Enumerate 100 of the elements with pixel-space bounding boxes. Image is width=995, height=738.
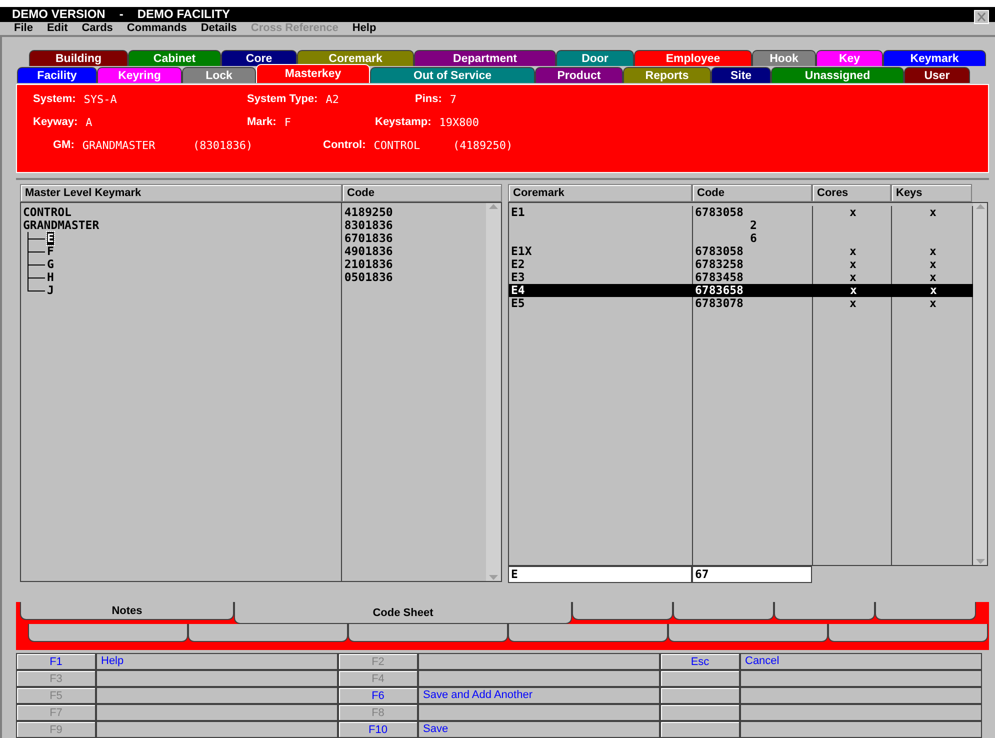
- window-title: DEMO VERSION: [12, 7, 106, 22]
- check-mark-text: x: [930, 244, 936, 258]
- section-tab[interactable]: [774, 602, 875, 620]
- column-header[interactable]: Master Level Keymark: [20, 184, 342, 202]
- column-header[interactable]: Cores: [812, 184, 891, 202]
- tree-item[interactable]: G: [47, 258, 54, 271]
- category-tab[interactable]: Facility: [17, 67, 97, 83]
- category-tab[interactable]: Reports: [623, 67, 711, 83]
- category-tab[interactable]: Employee: [634, 50, 752, 66]
- code-text: 2: [750, 218, 757, 232]
- function-key-button[interactable]: [660, 687, 740, 704]
- field-label: Control:: [323, 138, 366, 152]
- column-header[interactable]: Keys: [891, 184, 972, 202]
- close-icon[interactable]: [974, 10, 989, 24]
- category-tab[interactable]: Out of Service: [370, 67, 535, 83]
- category-tab[interactable]: Coremark: [297, 50, 414, 66]
- tree-item[interactable]: J: [47, 284, 54, 297]
- function-key-button[interactable]: [660, 670, 740, 687]
- field-label: Mark:: [247, 116, 276, 128]
- category-tab[interactable]: Product: [535, 67, 623, 83]
- menu-item[interactable]: Details: [200, 22, 237, 34]
- section-tab[interactable]: [828, 624, 988, 642]
- code-text: 6783658: [695, 283, 744, 297]
- code-text: 8301836: [344, 218, 393, 232]
- category-tab[interactable]: Site: [711, 67, 771, 83]
- function-key-button[interactable]: F1: [16, 653, 96, 670]
- column-header[interactable]: Coremark: [508, 184, 692, 202]
- field-code: (8301836): [193, 138, 253, 152]
- category-tab[interactable]: Keymark: [883, 50, 986, 66]
- function-key-button[interactable]: [660, 704, 740, 721]
- field-value: GRANDMASTER: [82, 138, 156, 152]
- check-mark-text: x: [850, 257, 856, 271]
- check-mark-text: x: [930, 296, 936, 310]
- function-key-action: Help: [96, 653, 338, 670]
- category-tab[interactable]: Core: [221, 50, 297, 66]
- function-key-button[interactable]: F6: [338, 687, 418, 704]
- category-tab[interactable]: Department: [414, 50, 556, 66]
- coremark-text: E1: [511, 205, 525, 219]
- field-label: Keyway:: [33, 116, 78, 128]
- section-tab[interactable]: Notes: [20, 602, 234, 620]
- check-mark-text: x: [850, 296, 856, 310]
- field-value: A: [86, 116, 92, 128]
- category-tab[interactable]: Building: [29, 50, 128, 66]
- code-text: 6701836: [344, 231, 393, 245]
- section-tab[interactable]: Code Sheet: [234, 602, 572, 624]
- coremark-text: E5: [511, 296, 525, 310]
- function-key-action: Cancel: [740, 653, 982, 670]
- menu-item[interactable]: Commands: [126, 22, 187, 34]
- code-text: 0501836: [344, 270, 393, 284]
- tree-item[interactable]: F: [47, 245, 54, 258]
- category-tab[interactable]: Masterkey: [256, 64, 370, 83]
- tree-item[interactable]: CONTROL: [23, 206, 72, 219]
- code-text: 4189250: [344, 205, 393, 219]
- field-value: 19X800: [439, 116, 479, 128]
- menu-item[interactable]: Help: [352, 22, 376, 34]
- code-text: 6783058: [695, 244, 744, 258]
- section-tab[interactable]: [188, 624, 348, 642]
- menu-item[interactable]: File: [14, 22, 33, 34]
- category-tab[interactable]: Unassigned: [771, 67, 904, 83]
- function-key-button[interactable]: Esc: [660, 653, 740, 670]
- check-mark-text: x: [850, 270, 856, 284]
- facility-title: DEMO FACILITY: [137, 7, 230, 22]
- code-text: 6783258: [695, 257, 744, 271]
- title-separator: -: [119, 7, 124, 22]
- field-value: A2: [326, 92, 339, 106]
- coremark-input[interactable]: E: [508, 566, 692, 583]
- function-key-button[interactable]: F10: [338, 721, 418, 738]
- section-tab[interactable]: [28, 624, 188, 642]
- field-value: 7: [450, 92, 457, 106]
- menu-item[interactable]: Edit: [46, 22, 68, 34]
- section-tab[interactable]: [572, 602, 673, 620]
- function-key-button[interactable]: [660, 721, 740, 738]
- section-tab[interactable]: [673, 602, 774, 620]
- coremark-text: E2: [511, 257, 525, 271]
- tree-item[interactable]: GRANDMASTER: [23, 219, 100, 232]
- section-tab[interactable]: [668, 624, 828, 642]
- category-tab[interactable]: Hook: [752, 50, 816, 66]
- tree-item[interactable]: H: [47, 271, 54, 284]
- field-value: SYS-A: [84, 92, 117, 106]
- category-tab[interactable]: Cabinet: [128, 50, 221, 66]
- category-tab[interactable]: User: [904, 67, 970, 83]
- table-row[interactable]: E4 6783658 x x: [509, 284, 973, 297]
- check-mark-text: x: [850, 205, 856, 219]
- code-text: 6783458: [695, 270, 744, 284]
- coremark-text: E3: [511, 270, 525, 284]
- column-header[interactable]: Code: [342, 184, 502, 202]
- section-tab[interactable]: [508, 624, 668, 642]
- function-key-action: Save: [418, 721, 660, 738]
- field-label: System:: [33, 92, 76, 106]
- menu-item[interactable]: Cards: [82, 22, 113, 34]
- tree-item[interactable]: E: [47, 232, 54, 245]
- section-tab[interactable]: [875, 602, 976, 620]
- category-tab[interactable]: Door: [556, 50, 634, 66]
- section-tab[interactable]: [348, 624, 508, 642]
- category-tab[interactable]: Lock: [182, 67, 256, 83]
- field-value: F: [284, 116, 291, 128]
- code-text: 6783058: [695, 205, 744, 219]
- column-header[interactable]: Code: [692, 184, 812, 202]
- code-input[interactable]: 67: [692, 566, 812, 583]
- check-mark-text: x: [930, 205, 936, 219]
